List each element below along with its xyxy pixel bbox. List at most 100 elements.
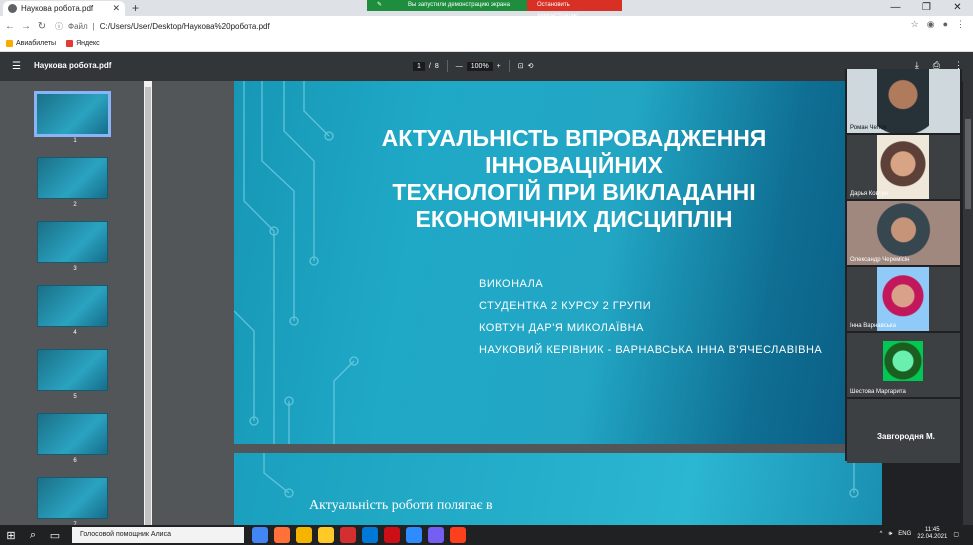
url-text[interactable]: C:/Users/User/Desktop/Наукова%20робота.p… — [100, 22, 270, 31]
stop-share-button[interactable]: Остановить демонстрацию — [527, 0, 622, 19]
participant-tile[interactable]: Шестова Маргарита — [847, 333, 960, 397]
thumbnail-number: 1 — [73, 138, 77, 144]
plane-icon — [6, 40, 13, 47]
slide-1: АКТУАЛЬНІСТЬ ВПРОВАДЖЕННЯ ІННОВАЦІЙНИХ Т… — [234, 81, 846, 444]
thumbnail-page-7[interactable] — [37, 477, 108, 519]
forward-icon[interactable]: → — [20, 21, 32, 32]
reload-icon[interactable]: ↻ — [36, 21, 48, 32]
rotate-icon[interactable]: ⟲ — [528, 62, 534, 70]
slide-2: Актуальність роботи полягає в — [234, 453, 882, 533]
thumbnail-page-2[interactable] — [37, 157, 108, 199]
info-icon[interactable]: ⓘ — [55, 21, 63, 32]
slide-title-line: АКТУАЛЬНІСТЬ ВПРОВАДЖЕННЯ — [381, 125, 767, 151]
slide-title: АКТУАЛЬНІСТЬ ВПРОВАДЖЕННЯ ІННОВАЦІЙНИХ Т… — [324, 125, 824, 233]
participant-tile[interactable]: Дарья Ковтун — [847, 135, 960, 199]
slide-title-line: ІННОВАЦІЙНИХ — [485, 152, 663, 178]
firefox-icon[interactable] — [274, 527, 290, 543]
maximize-button[interactable]: ❐ — [911, 0, 942, 16]
participant-name: Шестова Маргарита — [850, 389, 906, 395]
yandex-browser-icon[interactable] — [450, 527, 466, 543]
slide-info-line: НАУКОВИЙ КЕРІВНИК - ВАРНАВСЬКА ІННА В'ЯЧ… — [479, 344, 823, 356]
address-bar-row: ← → ↻ ⓘ Файл | C:/Users/User/Desktop/Нау… — [0, 16, 973, 36]
close-window-button[interactable]: ✕ — [942, 0, 973, 16]
zoom-icon[interactable] — [406, 527, 422, 543]
store-icon[interactable] — [296, 527, 312, 543]
zoom-in-button[interactable]: + — [497, 63, 501, 70]
close-tab-icon[interactable]: ✕ — [112, 3, 120, 14]
browser-actions: ☆ ◉ ● ⋮ — [911, 19, 965, 30]
zoom-input[interactable]: 100% — [466, 61, 493, 71]
slide-title-line: ТЕХНОЛОГІЙ ПРИ ВИКЛАДАННІ — [392, 179, 756, 205]
address-label: Файл — [68, 21, 88, 31]
back-icon[interactable]: ← — [4, 21, 16, 32]
clock[interactable]: 11:45 22.04.2021 — [917, 527, 947, 541]
thumbnail-page-3[interactable] — [37, 221, 108, 263]
menu-dots-icon[interactable]: ⋮ — [956, 19, 965, 30]
page-number-input[interactable]: 1 — [413, 61, 425, 71]
thumbnail-sidebar: 1 2 3 4 5 6 7 — [0, 81, 152, 528]
right-scrollbar[interactable] — [963, 69, 973, 525]
edge-icon[interactable] — [362, 527, 378, 543]
bookmark-label: Яндекс — [76, 40, 100, 47]
windows-start-icon[interactable]: ⊞ — [0, 529, 22, 542]
participant-tile[interactable]: Завгородня М. — [847, 399, 960, 463]
slide-2-text: Актуальність роботи полягає в — [309, 498, 493, 513]
notifications-icon[interactable]: ▢ — [953, 531, 959, 538]
participant-avatar — [883, 341, 923, 381]
thumbnail-page-4[interactable] — [37, 285, 108, 327]
thumbnail-page-5[interactable] — [37, 349, 108, 391]
pdf-toolbar: ☰ Наукова робота.pdf 1 / 8 — 100% + ⊡ ⟲ … — [0, 52, 973, 81]
system-tray: ^ 🕪 ENG 11:45 22.04.2021 ▢ — [880, 527, 959, 541]
search-icon[interactable]: ⌕ — [22, 529, 44, 542]
language-indicator[interactable]: ENG — [898, 531, 911, 537]
taskbar-apps — [252, 527, 466, 543]
thumbnail-page-1[interactable] — [34, 91, 111, 137]
sidebar-scrollbar[interactable] — [144, 81, 152, 527]
taskbar: ⊞ ⌕ ▭ Голосовой помощник Алиса ^ 🕪 ENG 1… — [0, 525, 973, 545]
bookmark-label: Авиабилеты — [16, 40, 57, 47]
viber-icon[interactable] — [428, 527, 444, 543]
hamburger-menu-icon[interactable]: ☰ — [12, 61, 21, 72]
yandex-icon[interactable] — [340, 527, 356, 543]
chrome-icon[interactable] — [252, 527, 268, 543]
omnibox[interactable]: ⓘ Файл | C:/Users/User/Desktop/Наукова%2… — [55, 18, 900, 34]
page-separator: / — [428, 62, 431, 70]
participant-name: Дарья Ковтун — [850, 191, 888, 197]
video-participants: Роман Чепок Дарья Ковтун Олександр Черем… — [845, 69, 962, 463]
tray-chevron-icon[interactable]: ^ — [880, 531, 883, 537]
clock-date: 22.04.2021 — [917, 534, 948, 540]
participant-tile[interactable]: Олександр Черемісін — [847, 201, 960, 265]
bookmark-aviabilety[interactable]: Авиабилеты — [6, 40, 56, 47]
participant-name: Інна Варнавська — [850, 323, 896, 329]
pdf-viewer: АКТУАЛЬНІСТЬ ВПРОВАДЖЕННЯ ІННОВАЦІЙНИХ Т… — [152, 81, 882, 533]
share-message-text: Вы запустили демонстрацию экрана — [408, 2, 510, 8]
tab-title: Наукова робота.pdf — [21, 4, 94, 13]
slide-title-line: ЕКОНОМІЧНИХ ДИСЦИПЛІН — [415, 206, 733, 232]
thumbnail-page-6[interactable] — [37, 413, 108, 455]
task-view-icon[interactable]: ▭ — [44, 529, 66, 542]
volume-icon[interactable]: 🕪 — [889, 531, 893, 538]
pdf-title: Наукова робота.pdf — [34, 61, 112, 70]
opera-icon[interactable] — [384, 527, 400, 543]
participant-name: Олександр Черемісін — [850, 257, 910, 263]
profile-icon[interactable]: ● — [943, 19, 948, 30]
page-total: 8 — [434, 62, 439, 70]
new-tab-button[interactable]: + — [132, 1, 139, 15]
fit-page-icon[interactable]: ⊡ — [518, 62, 524, 70]
participant-tile[interactable]: Роман Чепок — [847, 69, 960, 133]
thumbnail-number: 6 — [73, 458, 77, 464]
participant-video — [847, 201, 960, 265]
thumbnail-number: 4 — [73, 330, 77, 336]
alice-search-input[interactable]: Голосовой помощник Алиса — [72, 527, 244, 543]
minimize-button[interactable]: — — [880, 0, 911, 16]
zoom-out-button[interactable]: — — [456, 63, 463, 70]
star-icon[interactable]: ☆ — [911, 19, 919, 30]
share-message: ✎ Вы запустили демонстрацию экрана — [367, 0, 527, 11]
bookmark-yandex[interactable]: Яндекс — [66, 40, 100, 47]
browser-tab[interactable]: Наукова робота.pdf ✕ — [3, 1, 125, 16]
participant-video — [877, 267, 929, 331]
participant-tile[interactable]: Інна Варнавська — [847, 267, 960, 331]
thumbnail-number: 3 — [73, 266, 77, 272]
extension-icon[interactable]: ◉ — [927, 19, 935, 30]
explorer-icon[interactable] — [318, 527, 334, 543]
